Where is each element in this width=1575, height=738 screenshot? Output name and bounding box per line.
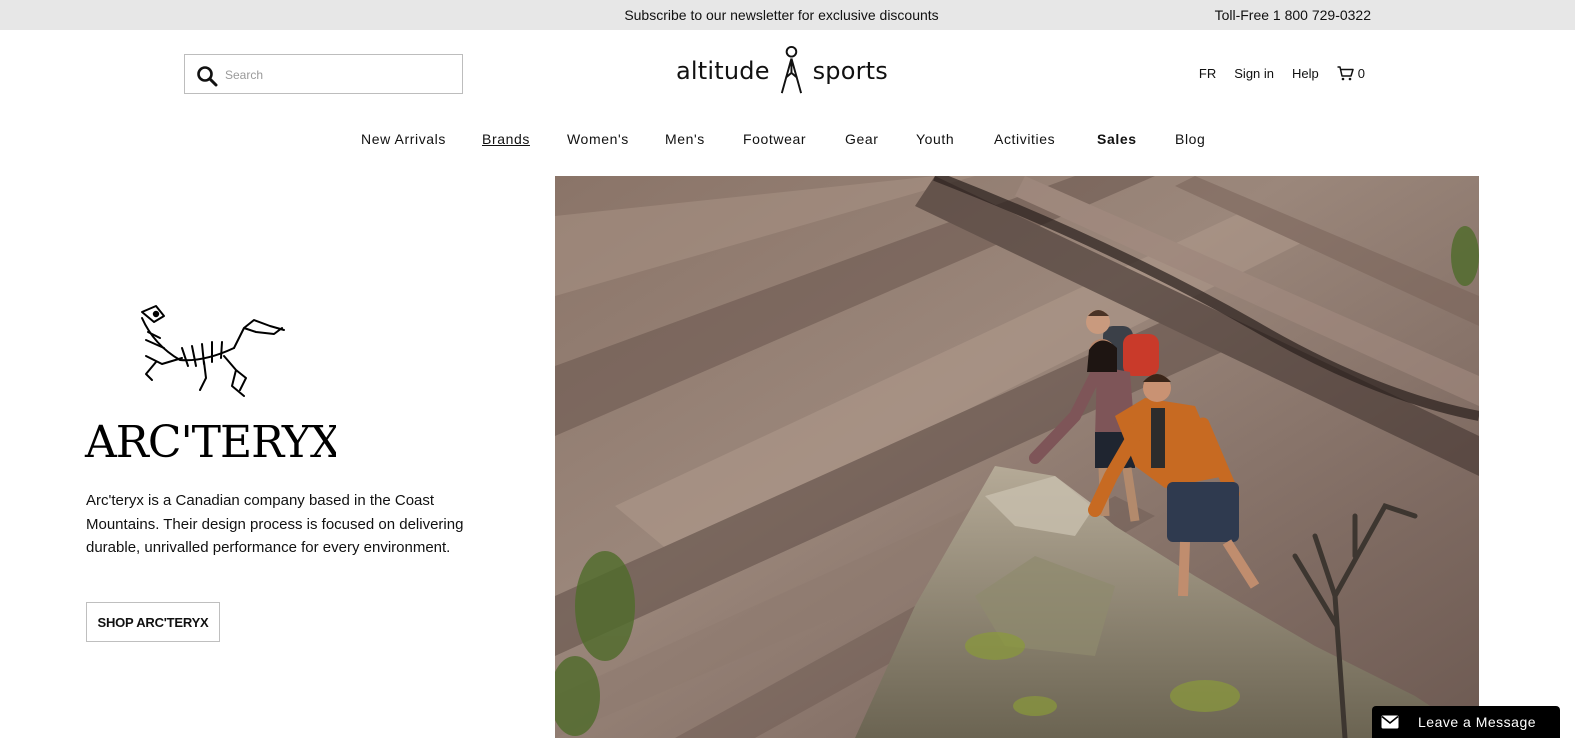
shop-arcteryx-button[interactable]: SHOP ARC'TERYX [86, 602, 220, 642]
logo-word-sports: sports [812, 57, 888, 85]
nav-activities[interactable]: Activities [994, 131, 1055, 147]
nav-new-arrivals[interactable]: New Arrivals [361, 131, 446, 147]
search-input[interactable] [225, 63, 455, 87]
nav-womens[interactable]: Women's [567, 131, 629, 147]
arcteryx-logo: ARC'TERYX [84, 305, 336, 465]
nav-footwear[interactable]: Footwear [743, 131, 806, 147]
chat-label: Leave a Message [1418, 714, 1537, 730]
climber-mark-icon [780, 45, 802, 94]
toll-free-phone[interactable]: Toll-Free 1 800 729-0322 [1215, 7, 1371, 23]
logo-word-altitude: altitude [676, 57, 770, 85]
nav-sales[interactable]: Sales [1097, 131, 1137, 147]
nav-brands[interactable]: Brands [482, 131, 530, 147]
search-icon[interactable] [196, 65, 218, 87]
arcteryx-wordmark: ARC'TERYX [84, 417, 336, 465]
brand-description: Arc'teryx is a Canadian company based in… [86, 492, 464, 556]
promo-bar: Subscribe to our newsletter for exclusiv… [0, 0, 1575, 30]
language-toggle[interactable]: FR [1199, 66, 1216, 81]
leave-message-chat-button[interactable]: Leave a Message [1372, 706, 1560, 738]
utility-nav: FR Sign in Help 0 [1181, 66, 1365, 81]
nav-youth[interactable]: Youth [916, 131, 954, 147]
hero-image [555, 176, 1479, 738]
shopping-cart-icon [1337, 66, 1354, 81]
nav-blog[interactable]: Blog [1175, 131, 1205, 147]
envelope-icon [1372, 706, 1408, 738]
cart-button[interactable]: 0 [1337, 66, 1365, 81]
nav-mens[interactable]: Men's [665, 131, 705, 147]
main-nav: New Arrivals Brands Women's Men's Footwe… [340, 131, 1220, 151]
help-link[interactable]: Help [1292, 66, 1319, 81]
site-logo[interactable]: altitude sports [676, 44, 888, 98]
nav-gear[interactable]: Gear [845, 131, 879, 147]
sign-in-link[interactable]: Sign in [1234, 66, 1274, 81]
search-box[interactable] [184, 54, 463, 94]
cart-count: 0 [1357, 66, 1365, 81]
hikers-cliff-photo [555, 176, 1479, 738]
